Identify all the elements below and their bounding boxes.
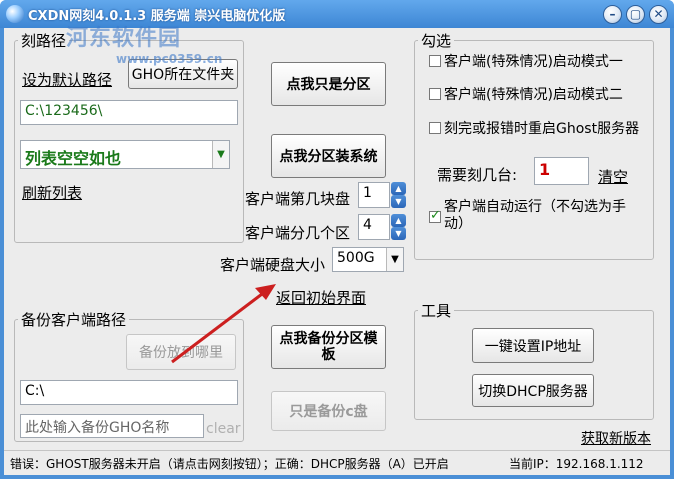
opt1-checkbox[interactable] <box>429 55 441 67</box>
path-input[interactable]: C:\123456\ <box>20 100 238 125</box>
client-area: 刻路径 设为默认路径 GHO所在文件夹 C:\123456\ 列表空空如也 ▼ … <box>4 28 670 475</box>
status-message: 错误：GHOST服务器未开启（请点击网刻按钮）；正确：DHCP服务器（A）已开启 <box>10 457 449 471</box>
disk-index-input[interactable]: 1 <box>358 182 390 208</box>
chevron-down-icon[interactable]: ▼ <box>212 141 229 168</box>
backup-where-button[interactable]: 备份放到哪里 <box>126 334 236 370</box>
app-window: CXDN网刻4.0.1.3 服务端 崇兴电脑优化版 – ▢ ✕ 刻路径 设为默认… <box>0 0 674 479</box>
disk-size-value: 500G <box>337 250 375 266</box>
disk-index-spinner[interactable]: ▲ ▼ <box>391 182 406 208</box>
spin-up-icon[interactable]: ▲ <box>391 214 406 227</box>
backup-c-only-button[interactable]: 只是备份c盘 <box>271 391 386 431</box>
dhcp-switch-button[interactable]: 切换DHCP服务器 <box>472 374 594 407</box>
disk-index-label: 客户端第几块盘 <box>245 190 351 208</box>
partition-install-button[interactable]: 点我分区装系统 <box>271 134 386 178</box>
clear-count-link[interactable]: 清空 <box>598 166 628 187</box>
count-label: 需要刻几台: <box>437 166 518 184</box>
app-icon <box>6 5 24 23</box>
backup-group-legend: 备份客户端路径 <box>18 309 130 330</box>
count-input[interactable]: 1 <box>534 157 589 185</box>
partition-count-spinner[interactable]: ▲ ▼ <box>391 214 406 240</box>
partition-count-input[interactable]: 4 <box>358 214 390 240</box>
set-ip-button[interactable]: 一键设置IP地址 <box>472 328 594 363</box>
watermark: 河东软件园 <box>66 26 182 51</box>
partition-only-button[interactable]: 点我只是分区 <box>271 62 386 106</box>
refresh-list-link[interactable]: 刷新列表 <box>22 182 82 203</box>
opt3-label[interactable]: 刻完或报错时重启Ghost服务器 <box>444 118 639 138</box>
partition-count-label: 客户端分几个区 <box>245 224 351 242</box>
tools-group-legend: 工具 <box>418 300 455 321</box>
path-group-legend: 刻路径 <box>18 30 70 51</box>
close-button[interactable]: ✕ <box>649 5 668 24</box>
spin-up-icon[interactable]: ▲ <box>391 182 406 195</box>
spin-down-icon[interactable]: ▼ <box>391 227 406 240</box>
status-ip: 当前IP：192.168.1.112 <box>509 457 644 471</box>
spin-down-icon[interactable]: ▼ <box>391 195 406 208</box>
options-group-legend: 勾选 <box>418 30 455 51</box>
gho-list-select[interactable]: 列表空空如也 ▼ <box>20 140 230 169</box>
return-initial-link[interactable]: 返回初始界面 <box>276 287 366 308</box>
gho-list-value: 列表空空如也 <box>25 149 122 168</box>
opt1-label[interactable]: 客户端(特殊情况)启动模式一 <box>444 51 623 71</box>
get-new-version-link[interactable]: 获取新版本 <box>581 428 651 448</box>
opt2-checkbox[interactable] <box>429 88 441 100</box>
auto-run-label[interactable]: 客户端自动运行（不勾选为手动） <box>444 199 644 233</box>
status-bar: 错误：GHOST服务器未开启（请点击网刻按钮）；正确：DHCP服务器（A）已开启… <box>4 450 670 475</box>
opt2-label[interactable]: 客户端(特殊情况)启动模式二 <box>444 84 623 104</box>
backup-name-input[interactable]: 此处输入备份GHO名称 <box>20 414 204 438</box>
set-default-path-link[interactable]: 设为默认路径 <box>22 69 112 90</box>
disk-size-select[interactable]: 500G ▼ <box>332 247 404 272</box>
minimize-button[interactable]: – <box>603 5 622 24</box>
annotation-arrow-head <box>255 284 276 300</box>
opt3-checkbox[interactable] <box>429 122 441 134</box>
watermark-url: www.pc0359.cn <box>116 52 223 66</box>
chevron-down-icon[interactable]: ▼ <box>386 248 403 271</box>
disk-size-label: 客户端硬盘大小 <box>220 256 326 274</box>
backup-partition-button[interactable]: 点我备份分区模板 <box>271 325 386 369</box>
maximize-button[interactable]: ▢ <box>626 5 645 24</box>
backup-name-clear[interactable]: clear <box>206 421 241 437</box>
backup-path-input[interactable]: C:\ <box>20 380 238 405</box>
auto-run-checkbox[interactable] <box>429 208 441 223</box>
